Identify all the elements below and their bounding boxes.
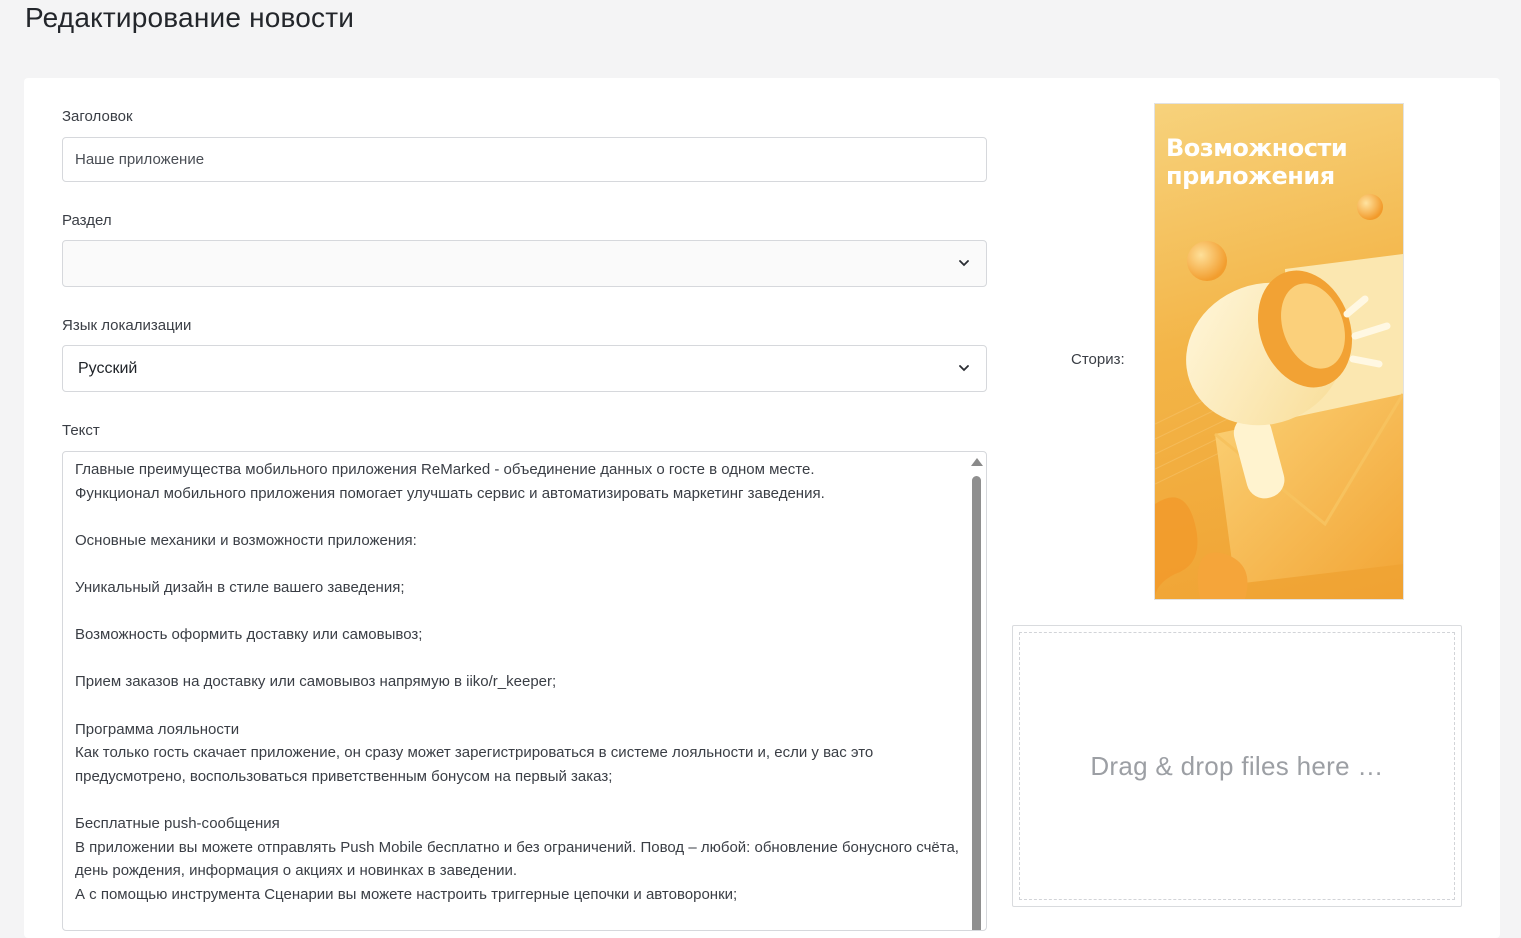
language-label: Язык локализации — [62, 317, 192, 334]
story-image-title: Возможности приложения — [1166, 134, 1348, 190]
scroll-up-arrow-icon[interactable] — [971, 458, 983, 466]
file-dropzone-area[interactable]: Drag & drop files here … — [1019, 632, 1455, 900]
language-select[interactable]: Русский — [62, 345, 987, 392]
text-textarea[interactable]: Главные преимущества мобильного приложен… — [62, 451, 987, 931]
text-label: Текст — [62, 422, 100, 439]
text-textarea-content: Главные преимущества мобильного приложен… — [75, 461, 959, 903]
title-label: Заголовок — [62, 108, 133, 125]
chevron-down-icon — [957, 362, 971, 376]
title-input[interactable]: Наше приложение — [62, 137, 987, 182]
chevron-down-icon — [957, 257, 971, 271]
scrollbar-thumb[interactable] — [972, 476, 981, 930]
file-dropzone[interactable]: Drag & drop files here … — [1012, 625, 1462, 907]
story-image[interactable]: Возможности приложения — [1154, 103, 1404, 600]
section-select[interactable] — [62, 240, 987, 287]
news-edit-card: Заголовок Наше приложение Раздел Язык ло… — [24, 78, 1500, 938]
title-input-value: Наше приложение — [75, 151, 205, 168]
page-title: Редактирование новости — [25, 2, 355, 33]
story-label: Сториз: — [1071, 351, 1125, 368]
section-label: Раздел — [62, 212, 112, 229]
textarea-scrollbar[interactable] — [970, 456, 983, 930]
language-select-value: Русский — [78, 359, 138, 377]
dropzone-text: Drag & drop files here … — [1090, 750, 1384, 781]
